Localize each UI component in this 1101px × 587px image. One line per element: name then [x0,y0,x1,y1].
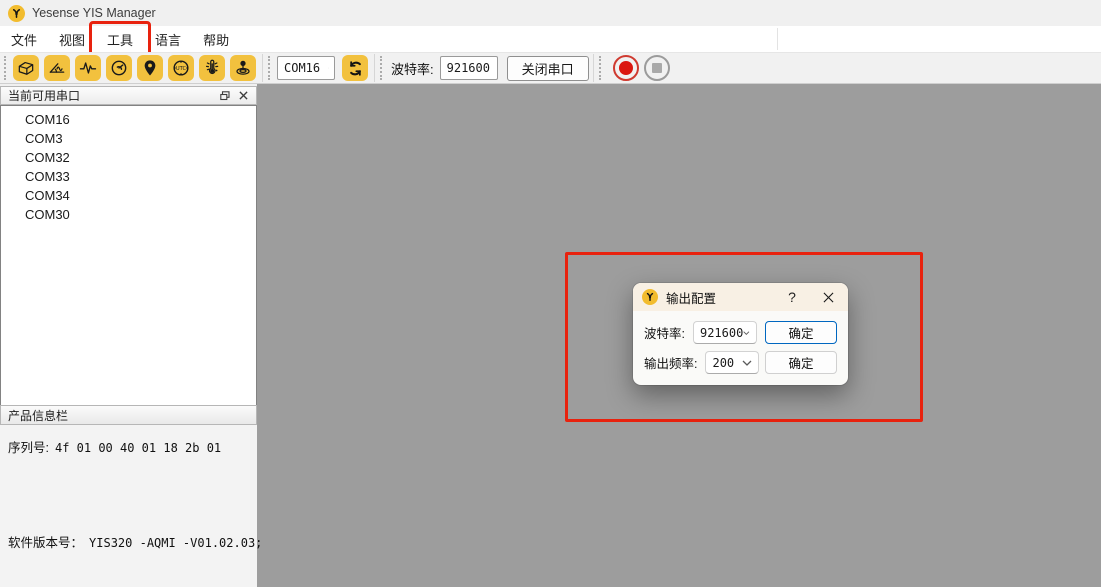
com-port-select[interactable]: COM16 [277,56,335,80]
dialog-logo-icon [642,289,658,305]
level-ball-icon[interactable] [230,55,256,81]
cube-3d-icon[interactable] [13,55,39,81]
app-window: Yesense YIS Manager 文件 视图 工具 语言 帮助 [0,0,1101,587]
angle-wave-icon[interactable] [44,55,70,81]
utc-clock-icon[interactable]: UTC [168,55,194,81]
waveform-icon[interactable] [75,55,101,81]
toolbar-drag-handle[interactable] [4,56,8,80]
dialog-body: 波特率: 921600 确定 输出频率: 200 确定 [633,311,848,385]
baud-rate-select[interactable]: 921600 [440,56,498,80]
close-panel-icon[interactable] [234,88,252,104]
chevron-down-icon [742,360,752,366]
com-port-value: COM16 [284,61,320,75]
toolbar-separator [593,54,594,82]
refresh-ports-icon[interactable] [342,55,368,81]
dialog-baud-ok-button[interactable]: 确定 [765,321,837,344]
dialog-close-icon[interactable] [817,286,839,308]
list-item-port[interactable]: COM3 [1,129,256,148]
dialog-rate-label: 输出频率: [644,353,697,372]
dialog-baud-value: 921600 [700,326,743,340]
firmware-version-label: 软件版本号： [8,532,83,551]
serial-number-value: 4f 01 00 40 01 18 2b 01 [55,441,221,455]
dialog-rate-select[interactable]: 200 [705,351,759,374]
location-pin-icon[interactable] [137,55,163,81]
list-item-port[interactable]: COM30 [1,205,256,224]
dialog-baud-row: 波特率: 921600 确定 [644,321,837,344]
window-title: Yesense YIS Manager [32,6,156,20]
output-config-dialog: 输出配置 ? 波特率: 921600 确定 输出频率: 200 [633,283,848,385]
utc-clock-text: UTC [176,66,187,72]
dialog-help-button[interactable]: ? [781,289,803,305]
toolbar-drag-handle[interactable] [268,56,272,80]
serial-number-row: 序列号: 4f 01 00 40 01 18 2b 01 [0,437,257,456]
list-item-port[interactable]: COM16 [1,110,256,129]
menu-tools[interactable]: 工具 [96,26,144,53]
dialog-rate-ok-button[interactable]: 确定 [765,351,837,374]
chevron-down-icon [328,65,329,71]
toolbar-separator [262,54,263,82]
serial-number-label: 序列号: [8,437,49,456]
firmware-version-row: 软件版本号： YIS320 -AQMI -V01.02.03; [0,532,257,551]
left-dock: 当前可用串口 COM16 COM3 COM32 COM33 COM34 COM3… [0,84,257,587]
menubar-divider [777,28,778,50]
list-item-port[interactable]: COM34 [1,186,256,205]
dialog-baud-select[interactable]: 921600 [693,321,757,344]
menu-language[interactable]: 语言 [144,26,192,53]
stop-square [652,63,662,73]
menu-file[interactable]: 文件 [0,26,48,53]
stop-icon[interactable] [644,55,670,81]
baud-rate-label: 波特率: [391,59,434,78]
app-logo-icon [8,5,25,22]
menu-bar: 文件 视图 工具 语言 帮助 [0,26,1101,52]
menu-view[interactable]: 视图 [48,26,96,53]
firmware-version-value: YIS320 -AQMI -V01.02.03; [89,536,262,550]
list-item-port[interactable]: COM33 [1,167,256,186]
dialog-rate-value: 200 [712,356,734,370]
list-item-port[interactable]: COM32 [1,148,256,167]
workspace: 当前可用串口 COM16 COM3 COM32 COM33 COM34 COM3… [0,84,1101,587]
menu-tools-label: 工具 [107,33,133,48]
info-panel-header: 产品信息栏 [0,405,257,425]
dialog-baud-label: 波特率: [644,323,685,342]
title-bar: Yesense YIS Manager [0,0,1101,26]
record-icon[interactable] [613,55,639,81]
info-panel-title: 产品信息栏 [8,407,68,424]
float-panel-icon[interactable] [216,88,234,104]
toolbar-drag-handle[interactable] [380,56,384,80]
dialog-title: 输出配置 [666,288,716,307]
gauge-icon[interactable] [106,55,132,81]
ports-panel-header: 当前可用串口 [0,86,257,105]
info-panel-body: 序列号: 4f 01 00 40 01 18 2b 01 软件版本号： YIS3… [0,425,257,587]
toolbar-separator [374,54,375,82]
chevron-down-icon [743,330,750,336]
toolbar: UTC COM16 [0,52,1101,84]
record-dot [619,61,633,75]
baud-rate-value: 921600 [447,61,490,75]
dialog-rate-row: 输出频率: 200 确定 [644,351,837,374]
ports-panel-title: 当前可用串口 [8,87,80,104]
close-serial-button[interactable]: 关闭串口 [507,56,589,81]
thermometer-icon[interactable] [199,55,225,81]
dialog-title-bar: 输出配置 ? [633,283,848,311]
menu-help[interactable]: 帮助 [192,26,240,53]
toolbar-drag-handle[interactable] [599,56,603,80]
